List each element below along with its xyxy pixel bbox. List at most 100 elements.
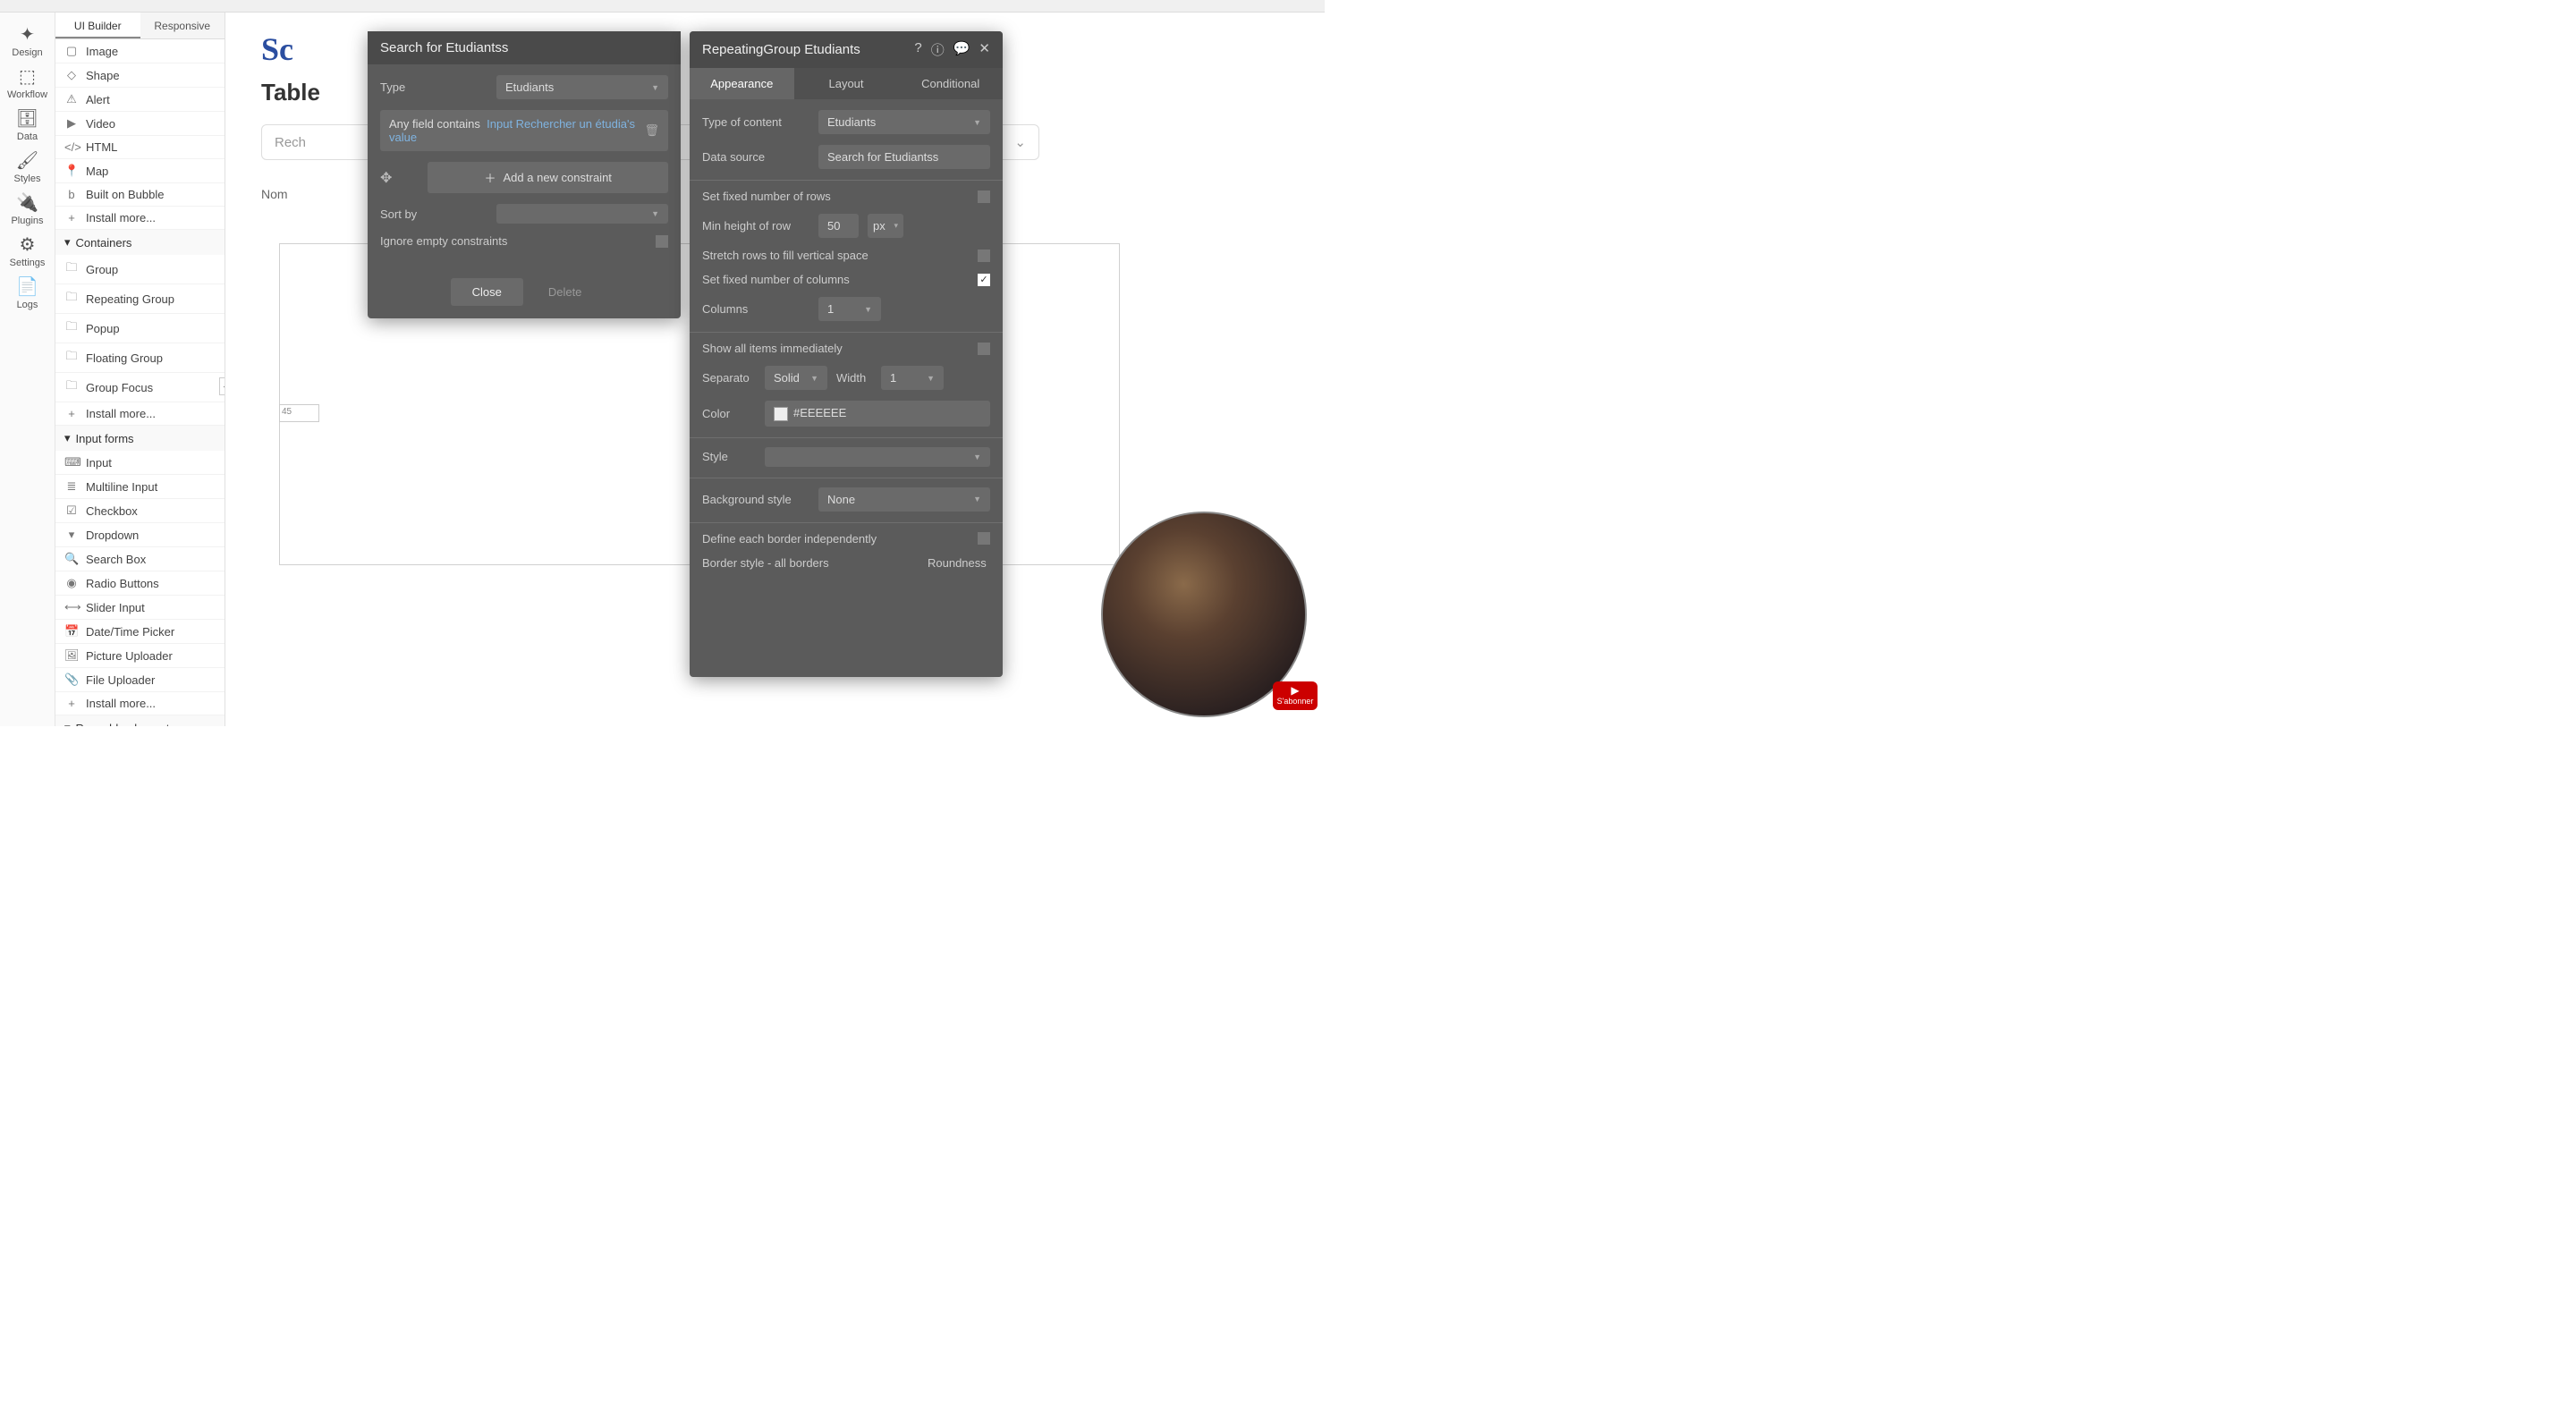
input-element-radio-buttons[interactable]: ◉Radio Buttons — [55, 571, 225, 596]
sort-select[interactable]: ▼ — [496, 204, 668, 224]
element-label: Radio Buttons — [86, 577, 159, 590]
delete-button[interactable]: Delete — [532, 278, 598, 306]
input-element-search-box[interactable]: 🔍Search Box — [55, 547, 225, 571]
tool-plugins[interactable]: 🔌Plugins — [0, 186, 55, 228]
caret-down-icon: ▼ — [651, 83, 659, 92]
props-panel-header[interactable]: RepeatingGroup Etudiants ? ⓘ 💬 ✕ — [690, 31, 1003, 68]
caret-down-icon: ▼ — [651, 209, 659, 218]
input-element-install-more-[interactable]: +Install more... — [55, 692, 225, 715]
element-install-more-[interactable]: +Install more... — [55, 207, 225, 230]
trash-icon[interactable]: 🗑 — [644, 123, 659, 138]
style-select[interactable]: ▼ — [765, 447, 990, 467]
close-button[interactable]: Close — [451, 278, 523, 306]
element-label: File Uploader — [86, 673, 155, 687]
tool-data[interactable]: 🗄Data — [0, 102, 55, 144]
input-element-slider-input[interactable]: ⟷Slider Input — [55, 596, 225, 620]
show-all-checkbox[interactable] — [978, 343, 990, 355]
add-constraint-button[interactable]: ＋Add a new constraint — [428, 162, 668, 193]
container-floating-group[interactable]: 🗀Floating Group — [55, 343, 225, 373]
caret-down-icon: ▼ — [973, 453, 981, 461]
settings-icon: ⚙ — [0, 233, 55, 256]
drag-handle-icon[interactable]: ✥ — [380, 169, 392, 187]
tab-appearance[interactable]: Appearance — [690, 68, 794, 99]
element-label: Image — [86, 45, 118, 58]
columns-select[interactable]: 1▼ — [818, 297, 881, 321]
min-height-input[interactable] — [818, 214, 859, 238]
border-style-label: Border style - all borders — [702, 556, 919, 570]
input-element-picture-uploader[interactable]: 🖼Picture Uploader — [55, 644, 225, 668]
element-map[interactable]: 📍Map — [55, 159, 225, 183]
stretch-checkbox[interactable] — [978, 250, 990, 262]
fixed-cols-label: Set fixed number of columns — [702, 273, 969, 286]
input-element-file-uploader[interactable]: 📎File Uploader — [55, 668, 225, 692]
type-content-select[interactable]: Etudiants▼ — [818, 110, 990, 134]
separator-select[interactable]: Solid▼ — [765, 366, 827, 390]
caret-down-icon: ▾ — [64, 721, 71, 726]
tab-conditional[interactable]: Conditional — [898, 68, 1003, 99]
stretch-label: Stretch rows to fill vertical space — [702, 249, 969, 262]
tab-ui-builder[interactable]: UI Builder — [55, 13, 140, 38]
fixed-cols-checkbox[interactable] — [978, 274, 990, 286]
element-icon: ≣ — [64, 479, 79, 494]
tool-logs[interactable]: 📄Logs — [0, 270, 55, 312]
close-icon[interactable]: ✕ — [979, 40, 990, 59]
fixed-rows-checkbox[interactable] — [978, 190, 990, 203]
type-select[interactable]: Etudiants▼ — [496, 75, 668, 99]
tool-workflow[interactable]: ⬚Workflow — [0, 60, 55, 102]
section-containers[interactable]: ▾Containers — [55, 230, 225, 255]
help-icon[interactable]: ? — [914, 40, 921, 59]
info-icon[interactable]: ⓘ — [931, 40, 945, 59]
width-select[interactable]: 1▼ — [881, 366, 944, 390]
element-alert[interactable]: ⚠Alert — [55, 88, 225, 112]
tool-styles[interactable]: 🖌Styles — [0, 144, 55, 186]
min-height-unit[interactable]: px▾ — [868, 214, 903, 238]
section-reusable[interactable]: ▾Reusable elements — [55, 715, 225, 726]
element-icon: 🗀 — [64, 259, 79, 279]
element-label: Shape — [86, 69, 120, 82]
container-repeating-group[interactable]: 🗀Repeating Group — [55, 284, 225, 314]
input-element-dropdown[interactable]: ▾Dropdown — [55, 523, 225, 547]
input-element-date-time-picker[interactable]: 📅Date/Time Picker — [55, 620, 225, 644]
element-built-on-bubble[interactable]: bBuilt on Bubble — [55, 183, 225, 207]
comment-icon[interactable]: 💬 — [953, 40, 970, 59]
border-indep-checkbox[interactable] — [978, 532, 990, 545]
element-icon: ☑ — [64, 503, 79, 518]
container-popup[interactable]: 🗀Popup — [55, 314, 225, 343]
caret-down-icon: ▼ — [927, 374, 935, 383]
type-label: Type — [380, 80, 487, 94]
design-icon: ✦ — [0, 23, 55, 46]
container-group-focus[interactable]: 🗀Group Focus — [55, 373, 225, 402]
input-element-checkbox[interactable]: ☑Checkbox — [55, 499, 225, 523]
input-element-input[interactable]: ⌨Input — [55, 451, 225, 475]
color-input[interactable]: #EEEEEE — [765, 401, 990, 427]
element-video[interactable]: ▶Video — [55, 112, 225, 136]
tool-settings[interactable]: ⚙Settings — [0, 228, 55, 270]
element-shape[interactable]: ◇Shape — [55, 63, 225, 88]
tool-sidebar: ✦Design ⬚Workflow 🗄Data 🖌Styles 🔌Plugins… — [0, 13, 55, 726]
element-label: Popup — [86, 322, 120, 335]
constraint-row[interactable]: Any field contains Input Rechercher un é… — [380, 110, 668, 151]
youtube-subscribe-badge[interactable]: S'abonner — [1273, 681, 1318, 710]
tab-responsive[interactable]: Responsive — [140, 13, 225, 38]
tool-design[interactable]: ✦Design — [0, 18, 55, 60]
element-icon: ▾ — [64, 528, 79, 542]
element-icon: 🗀 — [64, 289, 79, 309]
container-install-more-[interactable]: +Install more... — [55, 402, 225, 426]
element-label: Group Focus — [86, 381, 153, 394]
element-image[interactable]: ▢Image — [55, 39, 225, 63]
ignore-empty-checkbox[interactable] — [656, 235, 668, 248]
container-group[interactable]: 🗀Group — [55, 255, 225, 284]
element-icon: + — [64, 697, 79, 710]
search-panel-header[interactable]: Search for Etudiantss — [368, 31, 681, 64]
roundness-label: Roundness — [928, 556, 990, 570]
data-source-select[interactable]: Search for Etudiantss — [818, 145, 990, 169]
section-inputs[interactable]: ▾Input forms — [55, 426, 225, 451]
data-icon: 🗄 — [0, 107, 55, 130]
input-element-multiline-input[interactable]: ≣Multiline Input — [55, 475, 225, 499]
bg-style-select[interactable]: None▼ — [818, 487, 990, 512]
top-toolbar — [0, 0, 1325, 13]
collapse-panel-icon[interactable]: ◂ — [219, 377, 225, 395]
tab-layout[interactable]: Layout — [794, 68, 899, 99]
element-html[interactable]: </>HTML — [55, 136, 225, 159]
style-label: Style — [702, 450, 756, 463]
